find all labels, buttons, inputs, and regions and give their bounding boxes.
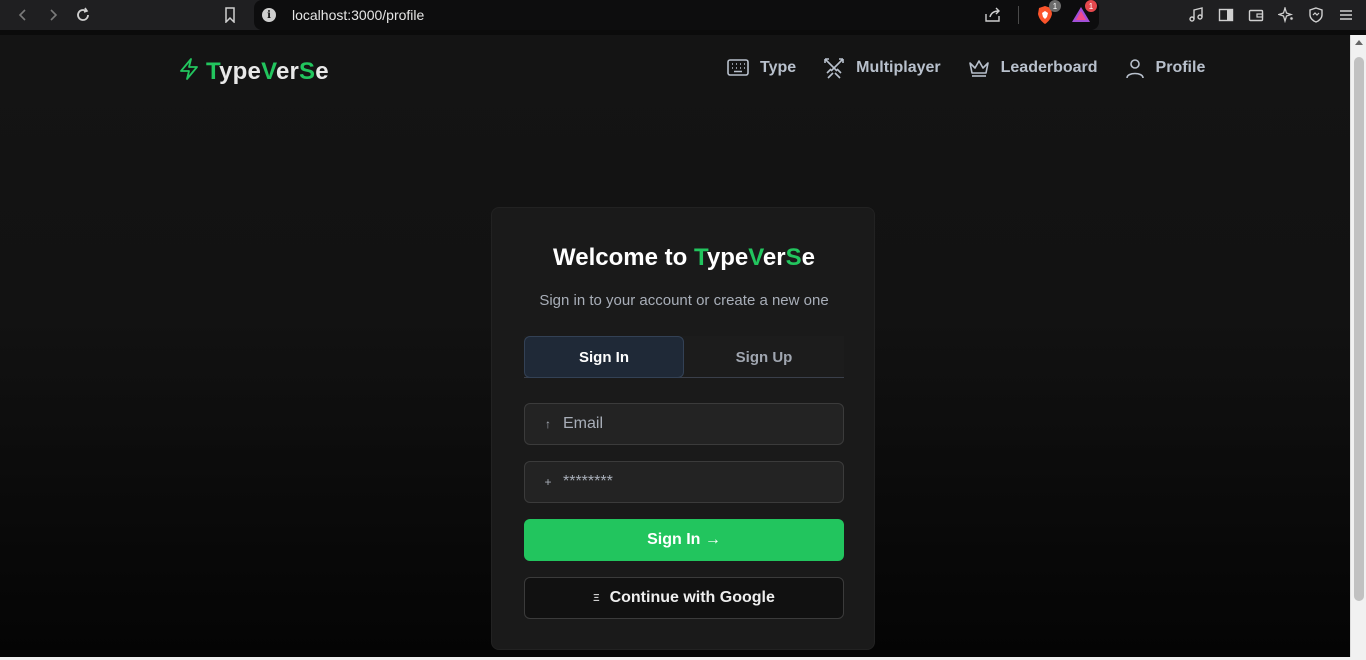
address-bar[interactable]: i localhost:3000/profile 1 1 bbox=[254, 0, 1099, 30]
vpn-icon[interactable] bbox=[1308, 7, 1324, 23]
back-arrow-icon[interactable] bbox=[8, 0, 38, 30]
url-text[interactable]: localhost:3000/profile bbox=[292, 7, 424, 23]
url-divider bbox=[1018, 6, 1019, 24]
wallet-icon[interactable] bbox=[1248, 7, 1264, 23]
auth-tabs: Sign In Sign Up bbox=[524, 336, 844, 378]
brand-name: TypeVerSe bbox=[206, 57, 329, 85]
card-title: Welcome to TypeVerSe bbox=[553, 244, 815, 271]
brave-shields-icon[interactable]: 1 bbox=[1035, 0, 1061, 25]
email-input[interactable] bbox=[563, 415, 833, 433]
nav-label: Type bbox=[760, 59, 797, 76]
info-icon[interactable]: i bbox=[262, 8, 276, 22]
shields-badge: 1 bbox=[1049, 0, 1061, 12]
sidebar-icon[interactable] bbox=[1218, 7, 1234, 23]
google-icon: Ξ bbox=[593, 592, 600, 604]
page-viewport: TypeVerSe Type Multiplayer Leaderboard P… bbox=[0, 35, 1350, 657]
bookmark-icon[interactable] bbox=[215, 0, 245, 30]
brave-rewards-icon[interactable]: 1 bbox=[1071, 0, 1097, 25]
tab-sign-up[interactable]: Sign Up bbox=[684, 336, 844, 378]
auth-card: Welcome to TypeVerSe Sign in to your acc… bbox=[491, 207, 875, 650]
brand-logo[interactable]: TypeVerSe bbox=[178, 57, 329, 86]
card-subtitle: Sign in to your account or create a new … bbox=[539, 292, 829, 309]
browser-toolbar: i localhost:3000/profile 1 1 bbox=[0, 0, 1366, 30]
password-input[interactable] bbox=[563, 473, 833, 491]
arrow-up-icon: ↑ bbox=[545, 417, 551, 431]
music-icon[interactable] bbox=[1188, 7, 1204, 23]
sign-in-button[interactable]: Sign In → bbox=[524, 519, 844, 561]
user-icon bbox=[1124, 57, 1146, 79]
swords-icon bbox=[822, 57, 846, 79]
reload-icon[interactable] bbox=[68, 0, 98, 30]
scroll-thumb[interactable] bbox=[1354, 57, 1364, 601]
nav-item-leaderboard[interactable]: Leaderboard bbox=[967, 57, 1098, 79]
nav-item-multiplayer[interactable]: Multiplayer bbox=[822, 57, 941, 79]
scroll-up-arrow-icon[interactable] bbox=[1355, 40, 1363, 45]
main-nav: Type Multiplayer Leaderboard Profile bbox=[726, 57, 1205, 79]
forward-arrow-icon[interactable] bbox=[38, 0, 68, 30]
vertical-scrollbar[interactable] bbox=[1350, 35, 1366, 657]
leo-ai-icon[interactable] bbox=[1278, 7, 1294, 23]
google-button-label: Continue with Google bbox=[609, 589, 775, 606]
email-field[interactable]: ↑ bbox=[524, 403, 844, 445]
menu-icon[interactable] bbox=[1338, 7, 1354, 23]
share-icon[interactable] bbox=[984, 7, 1002, 23]
tab-sign-in[interactable]: Sign In bbox=[524, 336, 684, 378]
nav-label: Profile bbox=[1155, 59, 1206, 76]
password-field[interactable]: + bbox=[524, 461, 844, 503]
keyboard-icon bbox=[726, 57, 750, 79]
crown-icon bbox=[967, 57, 991, 79]
nav-label: Multiplayer bbox=[856, 59, 941, 76]
nav-item-type[interactable]: Type bbox=[726, 57, 796, 79]
nav-label: Leaderboard bbox=[1000, 59, 1098, 76]
plus-icon: + bbox=[544, 475, 552, 489]
google-sign-in-button[interactable]: Ξ Continue with Google bbox=[524, 577, 844, 619]
lightning-icon bbox=[178, 57, 200, 86]
nav-item-profile[interactable]: Profile bbox=[1124, 57, 1206, 79]
rewards-badge: 1 bbox=[1085, 0, 1097, 12]
